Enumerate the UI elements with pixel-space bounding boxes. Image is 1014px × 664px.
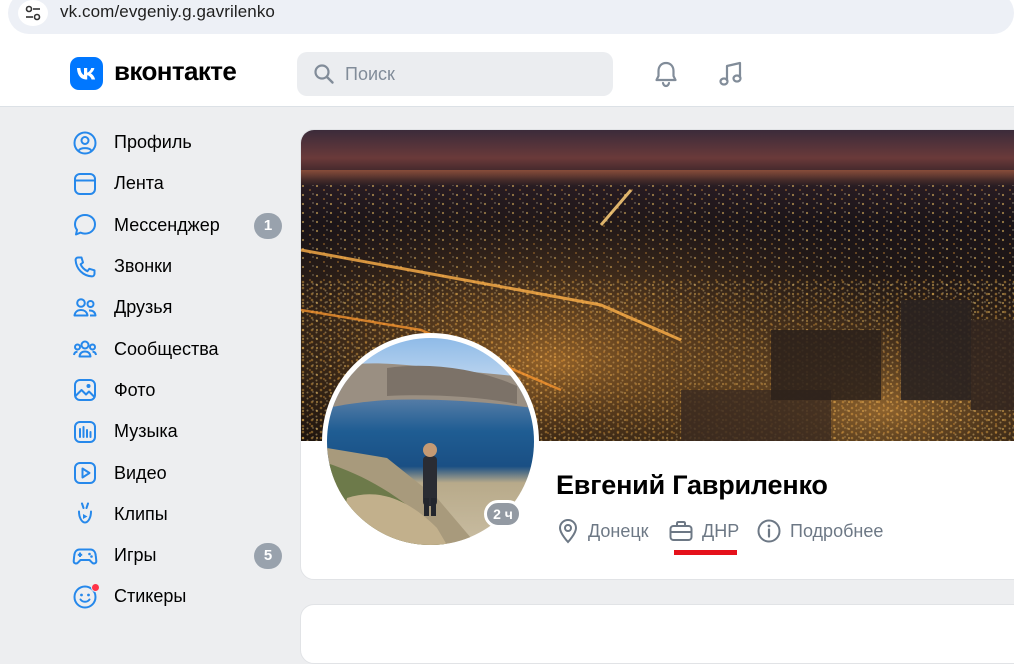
sidebar-item-feed[interactable]: Лента: [70, 163, 290, 204]
sidebar-item-label: Мессенджер: [114, 214, 220, 235]
sidebar-item-music[interactable]: Музыка: [70, 411, 290, 452]
friends-icon: [70, 293, 100, 323]
sidebar-item-label: Клипы: [114, 503, 168, 524]
more-info-text: Подробнее: [790, 520, 884, 541]
new-stickers-dot: [91, 582, 100, 592]
search-box[interactable]: [297, 52, 613, 96]
sidebar-item-label: Друзья: [114, 297, 173, 318]
clips-icon: [70, 499, 100, 529]
sidebar-item-calls[interactable]: Звонки: [70, 246, 290, 287]
site-settings-icon[interactable]: [18, 0, 48, 26]
profile-icon: [70, 128, 100, 158]
sidebar-item-friends[interactable]: Друзья: [70, 287, 290, 328]
unread-badge: 1: [254, 212, 282, 239]
more-info-link[interactable]: Подробнее: [756, 517, 883, 545]
vk-logo-icon[interactable]: [70, 57, 103, 90]
site-header: вконтакте: [0, 40, 1014, 107]
bell-icon[interactable]: [651, 59, 681, 94]
location-link[interactable]: Донецк: [556, 517, 649, 545]
brand-wordmark[interactable]: вконтакте: [114, 56, 237, 87]
sidebar-item-label: Фото: [114, 379, 156, 400]
communities-icon: [70, 334, 100, 364]
location-text: Донецк: [588, 520, 649, 541]
feed-icon: [70, 169, 100, 199]
sidebar-item-stickers[interactable]: Стикеры: [70, 576, 290, 617]
sidebar-item-label: Музыка: [114, 421, 178, 442]
games-icon: [70, 541, 100, 571]
music-icon: [70, 417, 100, 447]
music-note-icon[interactable]: [716, 59, 746, 94]
sidebar-item-clips[interactable]: Клипы: [70, 494, 290, 535]
video-icon: [70, 458, 100, 488]
last-seen-badge: 2 ч: [484, 500, 522, 528]
sidebar-item-label: Сообщества: [114, 338, 219, 359]
work-link[interactable]: ДНР: [668, 517, 739, 545]
sidebar-item-communities[interactable]: Сообщества: [70, 328, 290, 369]
address-url[interactable]: vk.com/evgeniy.g.gavrilenko: [60, 2, 275, 22]
sidebar-nav: Профиль Лента Мессенджер 1 Звонки Друзья…: [70, 122, 290, 618]
sidebar-item-messenger[interactable]: Мессенджер 1: [70, 205, 290, 246]
content-card: [300, 604, 1014, 664]
sidebar-item-games[interactable]: Игры 5: [70, 535, 290, 576]
info-icon: [757, 519, 781, 543]
stickers-icon: [70, 582, 100, 612]
search-input[interactable]: [345, 60, 595, 88]
sidebar-item-video[interactable]: Видео: [70, 452, 290, 493]
sidebar-item-label: Звонки: [114, 256, 173, 277]
briefcase-icon: [669, 521, 693, 541]
profile-name: Евгений Гавриленко: [556, 470, 828, 500]
work-text: ДНР: [702, 520, 740, 541]
sidebar-item-profile[interactable]: Профиль: [70, 122, 290, 163]
sidebar-item-label: Игры: [114, 545, 157, 566]
horizon-glow: [301, 170, 1014, 186]
games-badge: 5: [254, 542, 282, 569]
sidebar-item-label: Лента: [114, 173, 164, 194]
red-underline-annotation: [674, 550, 737, 555]
sidebar-item-label: Стикеры: [114, 586, 187, 607]
sidebar-item-label: Профиль: [114, 132, 192, 153]
location-pin-icon: [558, 518, 578, 544]
sidebar-item-label: Видео: [114, 462, 167, 483]
sidebar-item-photo[interactable]: Фото: [70, 370, 290, 411]
phone-icon: [70, 252, 100, 282]
photo-icon: [70, 375, 100, 405]
search-icon: [314, 64, 334, 84]
messenger-icon: [70, 210, 100, 240]
browser-address-bar: vk.com/evgeniy.g.gavrilenko: [0, 0, 1014, 40]
